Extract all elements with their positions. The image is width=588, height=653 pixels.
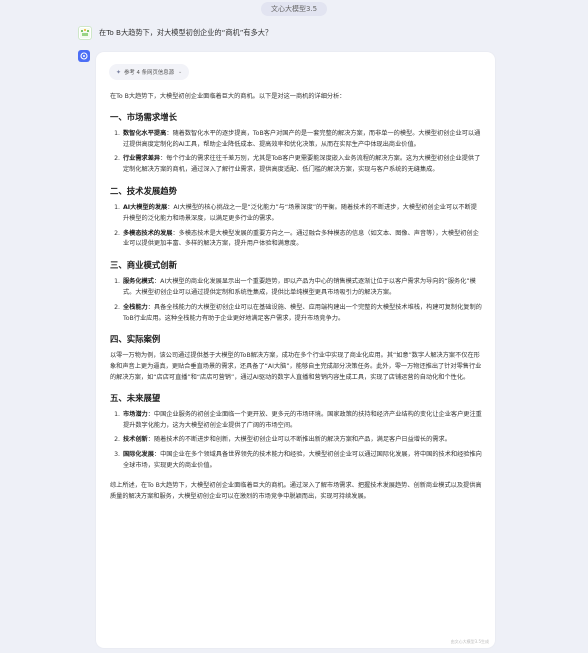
answer-intro: 在To B大趋势下，大模型初创企业面临着巨大的商机。以下是对这一商机的详细分析：	[110, 93, 346, 100]
list-item: 数智化水平提高：随着数智化水平的逐步提高，ToB客户对国产的是一套完整的解决方案…	[122, 129, 482, 151]
generated-by-watermark: 由文心大模型3.5生成	[450, 639, 489, 644]
list-item: 国际化发展：中国企业在多个领域具备世界领先的技术能力和经验，大模型初创企业可以通…	[122, 450, 482, 472]
item-keyword: 全栈能力	[123, 303, 148, 311]
list-item: 服务化模式：AI大模型的商业化发展显示出一个重要趋势，即以产品为中心的销售模式逐…	[122, 277, 482, 299]
list-item: AI大模型的发展：AI大模型的核心挑战之一是“泛化能力”与“场景深度”的平衡。随…	[122, 203, 482, 225]
item-text: ：随着技术的不断进步和创新，大模型初创企业可以不断推出新的解决方案和产品，满足客…	[147, 436, 451, 444]
item-keyword: 行业需求差异	[123, 155, 161, 163]
assistant-avatar-icon	[78, 50, 90, 62]
section-title: 一、市场需求增长	[110, 111, 177, 122]
item-keyword: 技术创新	[123, 436, 148, 444]
section-case-study: 四、实际案例 以零一万物为例，该公司通过提供基于大模型的ToB解决方案，成功在多…	[110, 333, 482, 383]
section-title: 三、商业模式创新	[110, 260, 177, 271]
chat-page: 文心大模型3.5 在To B大趋势下，对大模型初创企业的“商机”有多大？ ✦ 参…	[0, 0, 588, 653]
model-version-badge[interactable]: 文心大模型3.5	[261, 2, 328, 16]
item-keyword: 数智化水平提高	[123, 129, 167, 137]
user-avatar-icon	[78, 26, 92, 40]
section-future-outlook: 五、未来展望 市场潜力：中国企业服务的初创企业面临一个更开放、更多元的市场环境。…	[110, 392, 482, 472]
item-text: ：随着数智化水平的逐步提高，ToB客户对国产的是一套完整的解决方案，而非单一的模…	[123, 129, 481, 148]
user-question-text: 在To B大趋势下，对大模型初创企业的“商机”有多大？	[99, 28, 273, 37]
item-text: ：每个行业的需求往往千差万别，尤其是ToB客户更需要能深度嵌入业务流程的解决方案…	[123, 155, 481, 174]
references-label: 参考 4 条网页信息源	[124, 70, 175, 76]
answer-content: 在To B大趋势下，大模型初创企业面临着巨大的商机。以下是对这一商机的详细分析：…	[110, 92, 482, 510]
item-keyword: 服务化模式	[123, 278, 154, 286]
section-title: 五、未来展望	[110, 392, 161, 403]
assistant-answer-card: ✦ 参考 4 条网页信息源 ⌄ 在To B大趋势下，大模型初创企业面临着巨大的商…	[96, 52, 495, 648]
list-item: 技术创新：随着技术的不断进步和创新，大模型初创企业可以不断推出新的解决方案和产品…	[122, 435, 482, 446]
item-text: ：AI大模型的商业化发展显示出一个重要趋势，即以产品为中心的销售模式逐渐让位于以…	[123, 278, 476, 296]
section-business-model: 三、商业模式创新 服务化模式：AI大模型的商业化发展显示出一个重要趋势，即以产品…	[110, 259, 482, 324]
chevron-down-icon: ⌄	[178, 69, 183, 75]
item-keyword: 市场潜力	[123, 410, 148, 418]
list-item: 市场潜力：中国企业服务的初创企业面临一个更开放、更多元的市场环境。国家政策的扶持…	[122, 410, 482, 432]
list-item: 行业需求差异：每个行业的需求往往千差万别，尤其是ToB客户更需要能深度嵌入业务流…	[122, 154, 482, 176]
references-dropdown[interactable]: ✦ 参考 4 条网页信息源 ⌄	[109, 64, 190, 80]
item-text: ：多模态技术是大模型发展的重要方向之一。通过融合多种模态的信息（如文本、图像、声…	[123, 229, 479, 248]
section-tech-trends: 二、技术发展趋势 AI大模型的发展：AI大模型的核心挑战之一是“泛化能力”与“场…	[110, 185, 482, 250]
item-text: ：中国企业服务的初创企业面临一个更开放、更多元的市场环境。国家政策的扶持和经济产…	[123, 410, 482, 429]
item-text: ：具备全栈能力的大模型初创企业可以在基础设施、模型、应用端构建出一个完整的大模型…	[123, 303, 482, 322]
item-text: ：中国企业在多个领域具备世界领先的技术能力和经验，大模型初创企业可以通过国际化发…	[123, 451, 482, 469]
list-item: 全栈能力：具备全栈能力的大模型初创企业可以在基础设施、模型、应用端构建出一个完整…	[122, 303, 482, 325]
section-title: 四、实际案例	[110, 334, 161, 345]
list-item: 多模态技术的发展：多模态技术是大模型发展的重要方向之一。通过融合多种模态的信息（…	[122, 229, 482, 251]
item-keyword: 多模态技术的发展	[123, 229, 173, 237]
case-study-text: 以零一万物为例，该公司通过提供基于大模型的ToB解决方案，成功在多个行业中实现了…	[110, 352, 482, 381]
section-market-demand: 一、市场需求增长 数智化水平提高：随着数智化水平的逐步提高，ToB客户对国产的是…	[110, 111, 482, 176]
item-keyword: 国际化发展	[123, 451, 154, 459]
item-keyword: AI大模型的发展	[123, 203, 168, 211]
item-text: ：AI大模型的核心挑战之一是“泛化能力”与“场景深度”的平衡。随着技术的不断进步…	[123, 203, 477, 222]
user-message-row: 在To B大趋势下，对大模型初创企业的“商机”有多大？	[78, 26, 272, 40]
section-title: 二、技术发展趋势	[110, 185, 177, 196]
sparkle-icon: ✦	[116, 68, 122, 76]
answer-conclusion: 综上所述，在To B大趋势下，大模型初创企业面临着巨大的商机。通过深入了解市场需…	[110, 481, 482, 500]
